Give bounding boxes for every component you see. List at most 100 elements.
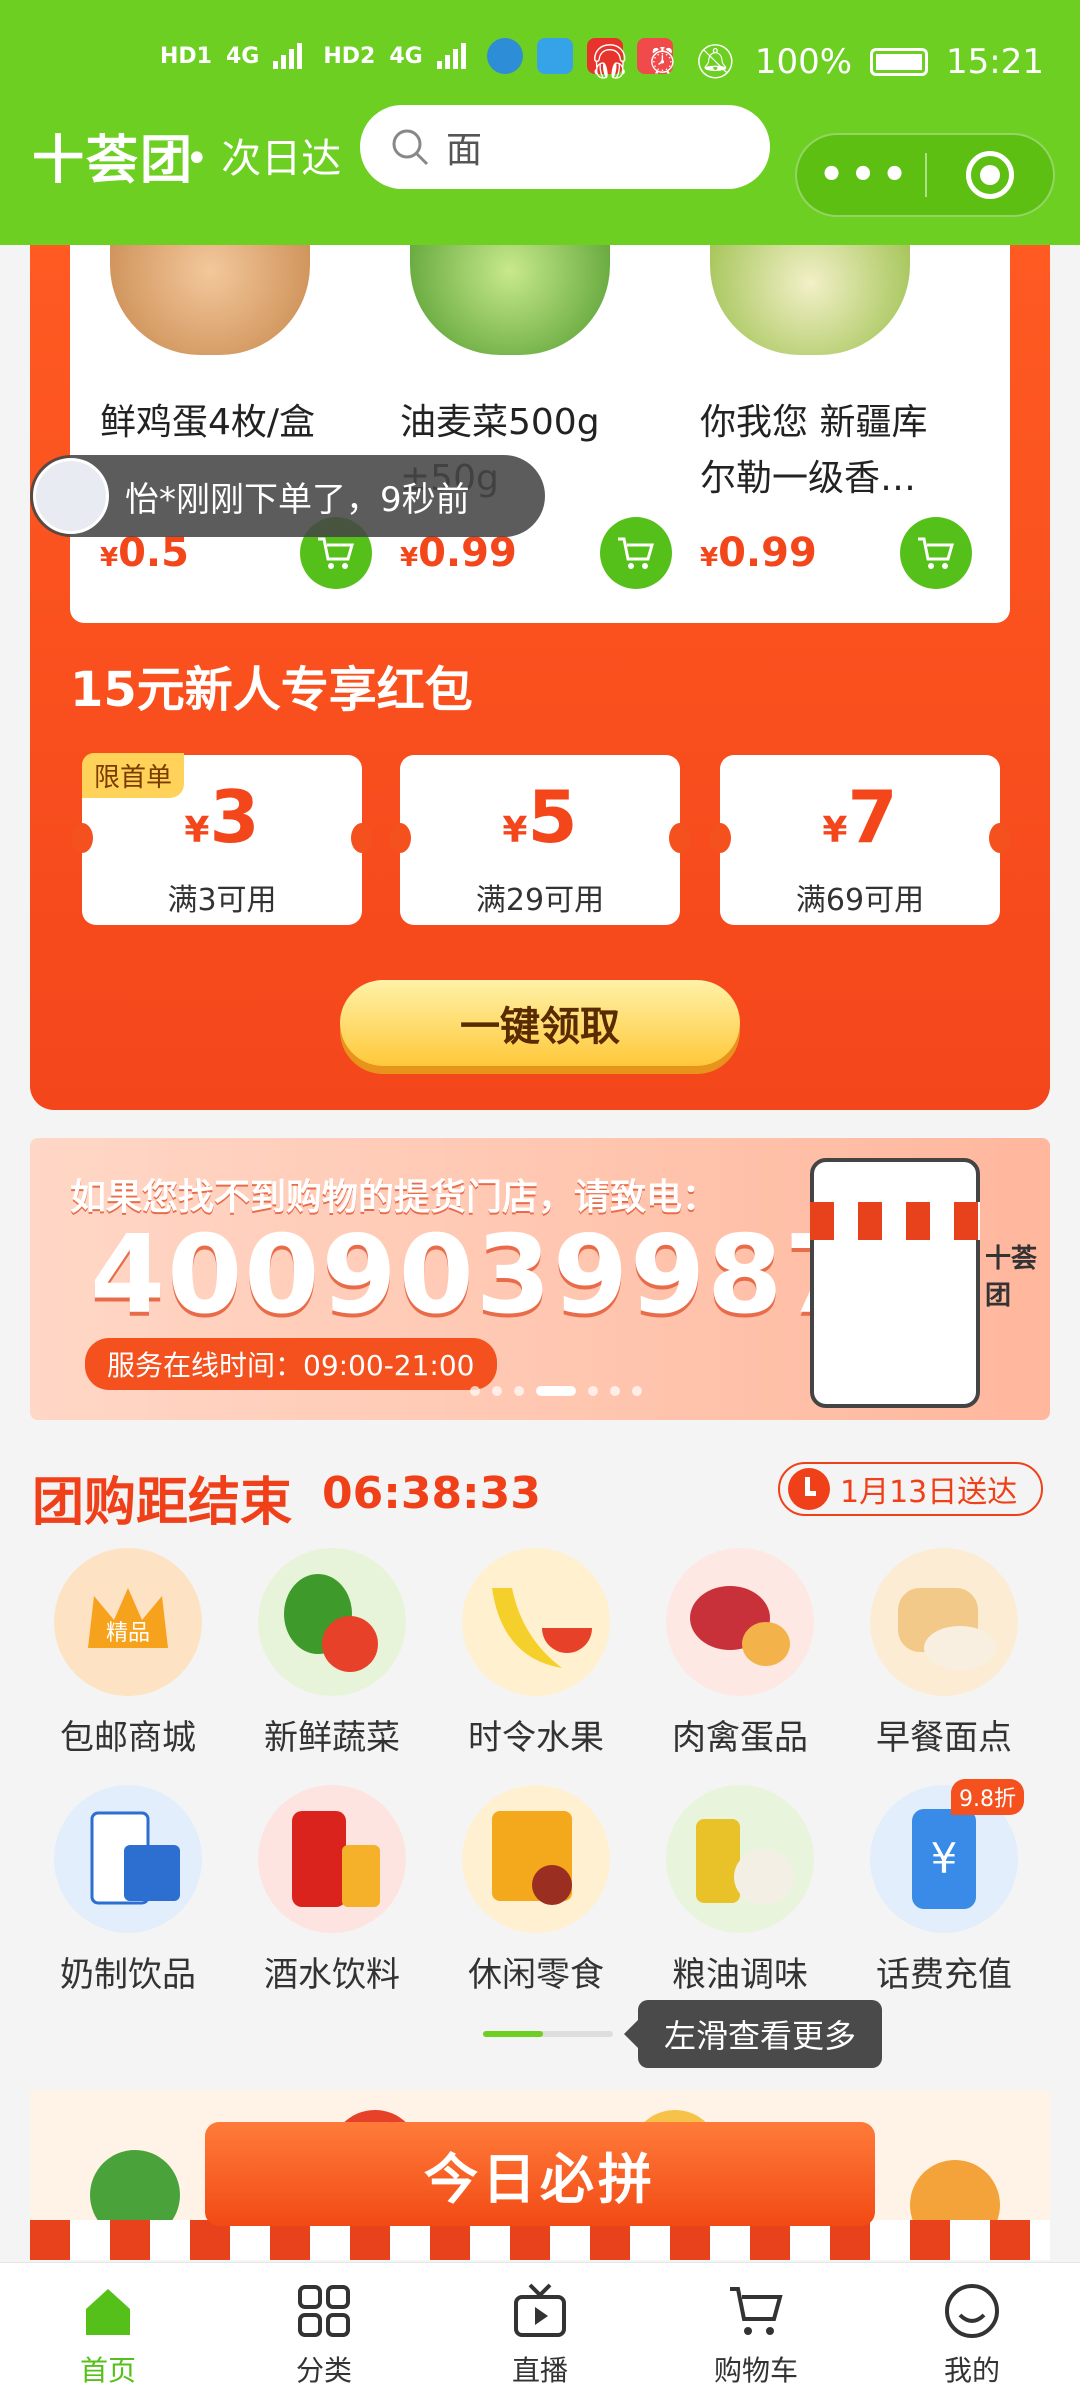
tab-label: 首页 bbox=[79, 2354, 136, 2387]
battery-icon bbox=[870, 48, 929, 76]
alarm-icon: ⏰︎ bbox=[649, 42, 676, 82]
store-awning bbox=[810, 1202, 980, 1240]
today-title: 今日必拼 bbox=[205, 2122, 875, 2226]
coupon-card[interactable]: 限首单 ¥3 满3可用 bbox=[71, 753, 373, 925]
category-free-shipping[interactable]: 精品 包邮商城 bbox=[38, 1548, 218, 1759]
tab-category[interactable]: 分类 bbox=[216, 2263, 432, 2400]
coupon-condition: 满69可用 bbox=[795, 883, 925, 918]
category-label: 休闲零食 bbox=[468, 1955, 604, 1995]
svg-text:¥: ¥ bbox=[931, 1834, 958, 1883]
currency-symbol: ¥ bbox=[100, 543, 119, 573]
brand-logo[interactable]: 十荟团 bbox=[32, 118, 194, 193]
milk-icon bbox=[54, 1785, 202, 1933]
miniprogram-capsule: • • • bbox=[795, 133, 1055, 217]
claim-all-button[interactable]: 一键领取 bbox=[340, 980, 740, 1066]
signal-icon-2 bbox=[436, 43, 473, 69]
app-header: HD1 4G HD2 4G 🎧︎ ⏰︎ 🔕︎ 100% 15:21 十荟团 • … bbox=[0, 0, 1080, 245]
currency-symbol: ¥ bbox=[502, 810, 528, 851]
toast-text: 怡*刚刚下单了，9秒前 bbox=[125, 479, 470, 520]
category-fruits[interactable]: 时令水果 bbox=[446, 1548, 626, 1759]
red-packet-title: 15元新人专享红包 bbox=[70, 662, 473, 718]
category-phone-topup[interactable]: ¥ 9.8折 话费充值 bbox=[854, 1779, 1034, 1996]
service-hours: 服务在线时间：09:00-21:00 bbox=[85, 1338, 497, 1390]
carousel-dot bbox=[632, 1386, 642, 1396]
amount-value: 7 bbox=[847, 775, 898, 859]
category-grain-oil[interactable]: 粮油调味 bbox=[650, 1785, 830, 1996]
store-illustration bbox=[810, 1158, 980, 1408]
add-to-cart-button[interactable] bbox=[600, 517, 672, 589]
live-tv-icon bbox=[510, 2281, 570, 2341]
4g-label-1: 4G bbox=[225, 43, 260, 69]
snack-icon bbox=[462, 1785, 610, 1933]
group-buy-countdown: 06:38:33 bbox=[322, 1468, 541, 1519]
category-label: 时令水果 bbox=[468, 1718, 604, 1758]
phone-topup-icon: ¥ 9.8折 bbox=[870, 1779, 1024, 1933]
drink-icon bbox=[258, 1785, 406, 1933]
category-vegetables[interactable]: 新鲜蔬菜 bbox=[242, 1548, 422, 1759]
product-card[interactable]: 你我您 新疆库尔勒一级香… ¥0.99 bbox=[670, 235, 972, 623]
category-label: 酒水饮料 bbox=[264, 1955, 400, 1995]
tab-label: 分类 bbox=[295, 2354, 352, 2387]
status-right: 🎧︎ ⏰︎ 🔕︎ 100% 15:21 bbox=[588, 42, 1044, 82]
signal-icon bbox=[273, 43, 309, 69]
banner-brand-logo: 十荟团 bbox=[985, 1244, 1038, 1311]
amount-value: 3 bbox=[209, 775, 260, 859]
carousel-dot-active bbox=[536, 1386, 576, 1396]
cart-icon bbox=[318, 537, 354, 569]
service-hotline-banner[interactable]: 如果您找不到购物的提货门店，请致电： 4009039987 服务在线时间：09:… bbox=[30, 1138, 1050, 1420]
category-label: 早餐面点 bbox=[876, 1718, 1012, 1758]
coupon-card[interactable]: ¥7 满69可用 bbox=[709, 755, 1011, 925]
category-snacks[interactable]: 休闲零食 bbox=[446, 1785, 626, 1996]
category-meat-eggs[interactable]: 肉禽蛋品 bbox=[650, 1548, 830, 1759]
category-breakfast[interactable]: 早餐面点 bbox=[854, 1548, 1034, 1759]
swipe-hint-tooltip: 左滑查看更多 bbox=[623, 2000, 883, 2068]
category-dairy[interactable]: 奶制饮品 bbox=[38, 1785, 218, 1996]
product-card[interactable]: 油麦菜500g ±50g ¥0.99 bbox=[370, 235, 672, 623]
crown-icon: 精品 bbox=[54, 1548, 202, 1696]
fruit-icon bbox=[462, 1548, 610, 1696]
tab-home[interactable]: 首页 bbox=[0, 2263, 216, 2400]
target-icon bbox=[965, 151, 1014, 199]
delivery-date-badge: 1月13日送达 bbox=[778, 1462, 1044, 1516]
product-card[interactable]: 鲜鸡蛋4枚/盒 ¥0.5 bbox=[70, 235, 372, 623]
category-label: 粮油调味 bbox=[672, 1955, 808, 1995]
carousel-dot bbox=[588, 1386, 598, 1396]
category-label: 奶制饮品 bbox=[60, 1955, 196, 1995]
grid-icon bbox=[294, 2281, 354, 2341]
avatar bbox=[33, 458, 109, 534]
carousel-indicator bbox=[470, 1386, 642, 1396]
product-name: 鲜鸡蛋4枚/盒 bbox=[100, 402, 316, 443]
search-box[interactable]: 面 bbox=[360, 105, 770, 189]
close-miniprogram-button[interactable] bbox=[927, 151, 1053, 199]
coupon-amount: ¥5 bbox=[400, 777, 680, 871]
vegetable-icon bbox=[258, 1548, 406, 1696]
grain-oil-icon bbox=[666, 1785, 814, 1933]
tab-profile[interactable]: 我的 bbox=[864, 2263, 1080, 2400]
carousel-dot bbox=[610, 1386, 620, 1396]
tab-live[interactable]: 直播 bbox=[432, 2263, 648, 2400]
amount-value: 5 bbox=[527, 775, 578, 859]
notification-app-icon bbox=[536, 38, 573, 74]
currency-symbol: ¥ bbox=[700, 543, 719, 573]
hotline-number: 4009039987 bbox=[90, 1213, 862, 1338]
search-icon bbox=[392, 129, 429, 166]
tab-label: 直播 bbox=[511, 2354, 568, 2387]
promo-section: 鲜鸡蛋4枚/盒 ¥0.5 油麦菜500g ±50g ¥0.99 你我您 新疆库尔… bbox=[30, 235, 1050, 1110]
cart-icon bbox=[618, 537, 654, 569]
svg-text:精品: 精品 bbox=[106, 1621, 150, 1646]
today-must-buy-section[interactable]: 今日必拼 bbox=[30, 2090, 1050, 2260]
currency-symbol: ¥ bbox=[184, 810, 210, 851]
add-to-cart-button[interactable] bbox=[900, 517, 972, 589]
carousel-dot bbox=[470, 1386, 480, 1396]
headphone-icon: 🎧︎ bbox=[587, 42, 632, 82]
product-strip: 鲜鸡蛋4枚/盒 ¥0.5 油麦菜500g ±50g ¥0.99 你我您 新疆库尔… bbox=[70, 235, 1010, 623]
category-drinks[interactable]: 酒水饮料 bbox=[242, 1785, 422, 1996]
more-menu-button[interactable]: • • • bbox=[797, 152, 925, 198]
search-query: 面 bbox=[446, 130, 483, 171]
clock-time: 15:21 bbox=[946, 42, 1044, 82]
coupon-condition: 满29可用 bbox=[475, 883, 605, 918]
home-icon bbox=[78, 2281, 138, 2341]
coupon-card[interactable]: ¥5 满29可用 bbox=[389, 755, 691, 925]
category-label: 新鲜蔬菜 bbox=[264, 1718, 400, 1758]
tab-cart[interactable]: 购物车 bbox=[648, 2263, 864, 2400]
